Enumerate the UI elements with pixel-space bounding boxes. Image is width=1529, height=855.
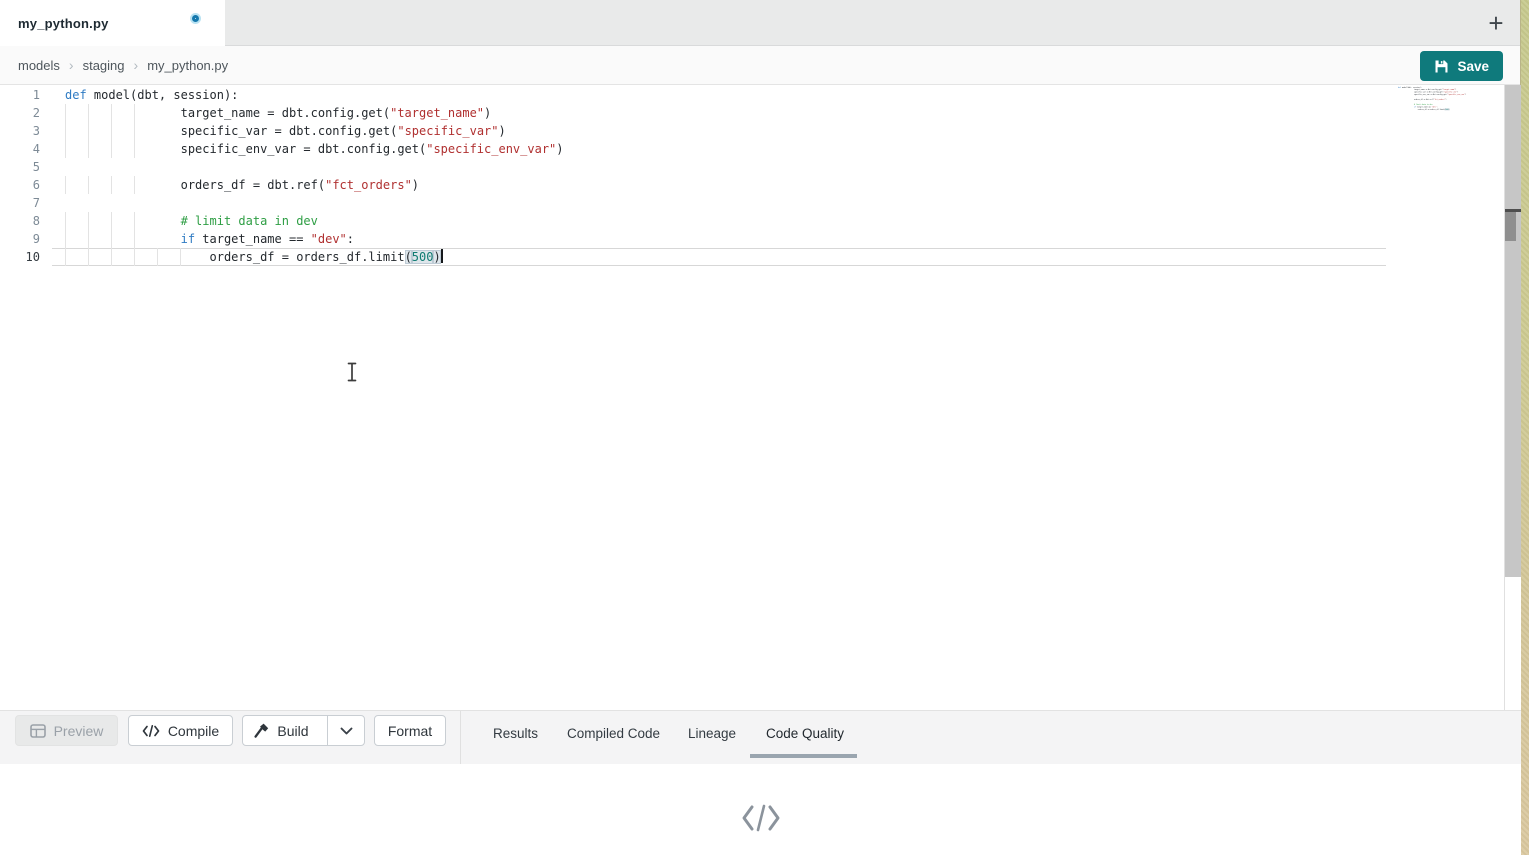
code-line[interactable]: 10 orders_df = orders_df.limit(500) [0, 248, 1521, 266]
line-number: 1 [0, 86, 40, 104]
code-line[interactable]: 6 orders_df = dbt.ref("fct_orders") [0, 176, 1521, 194]
format-button[interactable]: Format [374, 715, 446, 746]
file-tab-title: my_python.py [18, 16, 109, 31]
line-number: 4 [0, 140, 40, 158]
code-line[interactable]: 9 if target_name == "dev": [0, 230, 1521, 248]
file-tab-my-python[interactable]: my_python.py [0, 0, 225, 46]
bottom-toolbar: Preview Compile Build [0, 710, 1521, 764]
line-number: 10 [0, 248, 40, 266]
line-number: 7 [0, 194, 40, 212]
hammer-icon [253, 723, 269, 739]
code-text: def model(dbt, session): [65, 86, 238, 104]
scrollbar-thumb[interactable] [1505, 212, 1516, 241]
active-tab-underline [750, 754, 857, 758]
breadcrumb-staging[interactable]: staging [83, 58, 125, 73]
code-line[interactable]: 2 target_name = dbt.config.get("target_n… [0, 104, 1521, 122]
new-tab-button[interactable]: + [1480, 7, 1512, 39]
build-button[interactable]: Build [243, 716, 319, 745]
compile-button-label: Compile [168, 723, 219, 739]
line-number: 5 [0, 158, 40, 176]
toolbar-divider [460, 711, 461, 764]
minimap-content: def model(dbt, session): target_name = d… [1398, 86, 1504, 111]
tab-results[interactable]: Results [493, 726, 538, 741]
save-button[interactable]: Save [1420, 51, 1503, 81]
breadcrumb-models[interactable]: models [18, 58, 60, 73]
code-line[interactable]: 5 [0, 158, 1521, 176]
code-line[interactable]: 7 [0, 194, 1521, 212]
line-number: 9 [0, 230, 40, 248]
tab-compiled-code[interactable]: Compiled Code [567, 726, 660, 741]
compile-button[interactable]: Compile [128, 715, 233, 746]
save-button-label: Save [1457, 59, 1489, 74]
results-panel [0, 764, 1521, 855]
code-lines: 1def model(dbt, session):2 target_name =… [0, 86, 1521, 266]
code-line[interactable]: 4 specific_env_var = dbt.config.get("spe… [0, 140, 1521, 158]
tab-lineage[interactable]: Lineage [688, 726, 736, 741]
code-icon [142, 725, 160, 737]
code-text: specific_var = dbt.config.get("specific_… [65, 122, 506, 140]
save-icon [1434, 59, 1449, 74]
build-button-label: Build [277, 723, 308, 739]
unsaved-changes-dot-icon [192, 15, 199, 22]
build-options-button[interactable] [327, 716, 364, 745]
table-icon [30, 724, 46, 738]
code-editor[interactable]: 1def model(dbt, session):2 target_name =… [0, 85, 1521, 710]
chevron-right-icon: › [134, 57, 139, 73]
code-text: target_name = dbt.config.get("target_nam… [65, 104, 491, 122]
code-text: orders_df = dbt.ref("fct_orders") [65, 176, 419, 194]
editor-scrollbar [1504, 85, 1521, 710]
line-number: 3 [0, 122, 40, 140]
build-split-button: Build [242, 715, 365, 746]
preview-button[interactable]: Preview [15, 715, 118, 746]
line-number: 2 [0, 104, 40, 122]
chevron-down-icon [340, 727, 353, 735]
tab-code-quality[interactable]: Code Quality [766, 726, 844, 741]
chevron-right-icon: › [69, 57, 74, 73]
breadcrumb: models › staging › my_python.py [0, 46, 1520, 84]
code-line[interactable]: 1 def model(dbt, session): [0, 86, 1521, 104]
preview-button-label: Preview [54, 723, 104, 739]
code-text: specific_env_var = dbt.config.get("speci… [65, 140, 564, 158]
format-button-label: Format [388, 723, 432, 739]
minimap[interactable]: def model(dbt, session): target_name = d… [1398, 86, 1504, 156]
code-line[interactable]: 8 # limit data in dev [0, 212, 1521, 230]
scrollbar-track[interactable] [1505, 85, 1521, 577]
code-text: if target_name == "dev": [65, 230, 354, 248]
code-text: orders_df = orders_df.limit(500) [65, 248, 443, 266]
text-caret [441, 249, 443, 263]
line-number: 8 [0, 212, 40, 230]
plus-icon: + [1488, 10, 1503, 36]
breadcrumb-file[interactable]: my_python.py [147, 58, 228, 73]
code-text: # limit data in dev [65, 212, 318, 230]
code-icon [741, 804, 781, 832]
breadcrumb-bar: models › staging › my_python.py Save [0, 46, 1520, 85]
code-line[interactable]: 3 specific_var = dbt.config.get("specifi… [0, 122, 1521, 140]
ide-window: my_python.py + models › staging › my_pyt… [0, 0, 1521, 855]
line-number: 6 [0, 176, 40, 194]
tab-strip: my_python.py + [0, 0, 1520, 46]
